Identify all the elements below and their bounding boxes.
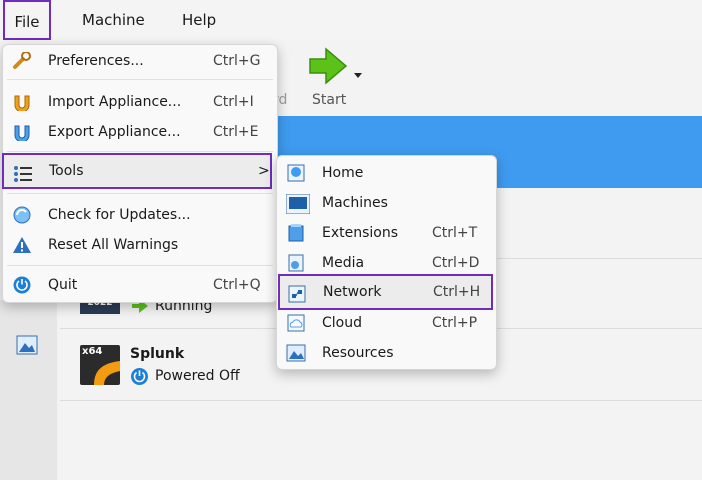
menu-item-tools[interactable]: Tools > xyxy=(2,153,272,189)
menu-file[interactable]: File xyxy=(3,0,51,40)
file-menu: Preferences... Ctrl+G Import Appliance..… xyxy=(2,44,278,303)
warning-icon xyxy=(12,236,32,254)
submenu-arrow-icon: > xyxy=(258,163,270,179)
menu-item-label: Import Appliance... xyxy=(48,94,182,110)
start-arrow-icon xyxy=(309,47,348,85)
menu-item-export-appliance[interactable]: Export Appliance... Ctrl+E xyxy=(3,118,275,146)
menu-item-check-for-updates[interactable]: Check for Updates... xyxy=(3,201,275,229)
network-icon xyxy=(287,281,307,303)
menu-item-home[interactable]: Home xyxy=(277,159,494,187)
menu-item-label: Extensions xyxy=(322,225,399,241)
tools-submenu: Home Machines Extensions Ctrl+T Media Ct… xyxy=(276,155,497,370)
menu-bar: File Machine Help xyxy=(0,0,702,40)
menu-item-network[interactable]: Network Ctrl+H xyxy=(278,274,493,310)
menu-separator xyxy=(7,79,273,80)
menu-item-label: Check for Updates... xyxy=(48,207,191,223)
tools-list-icon xyxy=(13,161,33,182)
menu-separator xyxy=(7,193,273,194)
cloud-icon xyxy=(286,314,306,332)
menu-item-reset-all-warnings[interactable]: Reset All Warnings xyxy=(3,231,275,259)
menu-item-cloud[interactable]: Cloud Ctrl+P xyxy=(277,309,494,337)
menu-item-label: Media xyxy=(322,255,365,271)
menu-item-label: Preferences... xyxy=(48,53,144,69)
menu-shortcut: Ctrl+I xyxy=(213,94,254,110)
home-icon xyxy=(286,164,306,182)
menu-item-media[interactable]: Media Ctrl+D xyxy=(277,249,494,277)
menu-help[interactable]: Help xyxy=(182,0,216,40)
wrench-icon xyxy=(12,51,32,70)
list-divider xyxy=(60,400,702,401)
menu-item-resources[interactable]: Resources xyxy=(277,339,494,367)
menu-item-quit[interactable]: Quit Ctrl+Q xyxy=(3,271,275,299)
menu-shortcut: Ctrl+E xyxy=(213,124,259,140)
menu-item-preferences[interactable]: Preferences... Ctrl+G xyxy=(3,47,275,75)
menu-item-machines[interactable]: Machines xyxy=(277,189,494,217)
menu-item-extensions[interactable]: Extensions Ctrl+T xyxy=(277,219,494,247)
menu-item-label: Home xyxy=(322,165,364,181)
menu-item-label: Network xyxy=(323,284,382,300)
menu-shortcut: Ctrl+D xyxy=(432,255,480,271)
menu-item-label: Tools xyxy=(49,163,84,179)
power-off-icon xyxy=(131,368,148,385)
machines-icon xyxy=(285,193,311,215)
menu-shortcut: Ctrl+P xyxy=(432,315,478,331)
menu-shortcut: Ctrl+T xyxy=(432,225,478,241)
menu-shortcut: Ctrl+H xyxy=(433,284,481,300)
resources-icon xyxy=(286,344,306,362)
refresh-icon xyxy=(12,206,32,224)
menu-item-label: Quit xyxy=(48,277,78,293)
menu-item-label: Export Appliance... xyxy=(48,124,181,140)
import-icon xyxy=(12,93,32,113)
extensions-icon xyxy=(286,224,306,242)
menu-shortcut: Ctrl+G xyxy=(213,53,261,69)
export-icon xyxy=(12,123,32,143)
vm-os-logo[interactable]: x64 xyxy=(80,345,120,385)
menu-separator xyxy=(7,265,273,266)
menu-item-label: Machines xyxy=(322,195,388,211)
start-label: Start xyxy=(312,92,347,108)
start-dropdown-icon[interactable] xyxy=(354,73,362,78)
menu-item-label: Cloud xyxy=(322,315,362,331)
menu-separator xyxy=(7,151,273,152)
menu-item-label: Resources xyxy=(322,345,394,361)
menu-item-label: Reset All Warnings xyxy=(48,237,179,253)
menu-shortcut: Ctrl+Q xyxy=(213,277,261,293)
menu-machine[interactable]: Machine xyxy=(82,0,145,40)
vm-name[interactable]: Splunk xyxy=(130,346,184,362)
power-icon xyxy=(12,276,32,294)
media-icon xyxy=(286,254,306,272)
vm-state: Powered Off xyxy=(155,368,240,384)
menu-item-import-appliance[interactable]: Import Appliance... Ctrl+I xyxy=(3,88,275,116)
resources-sidebar-icon[interactable] xyxy=(16,335,38,359)
left-tool-strip xyxy=(0,300,57,480)
